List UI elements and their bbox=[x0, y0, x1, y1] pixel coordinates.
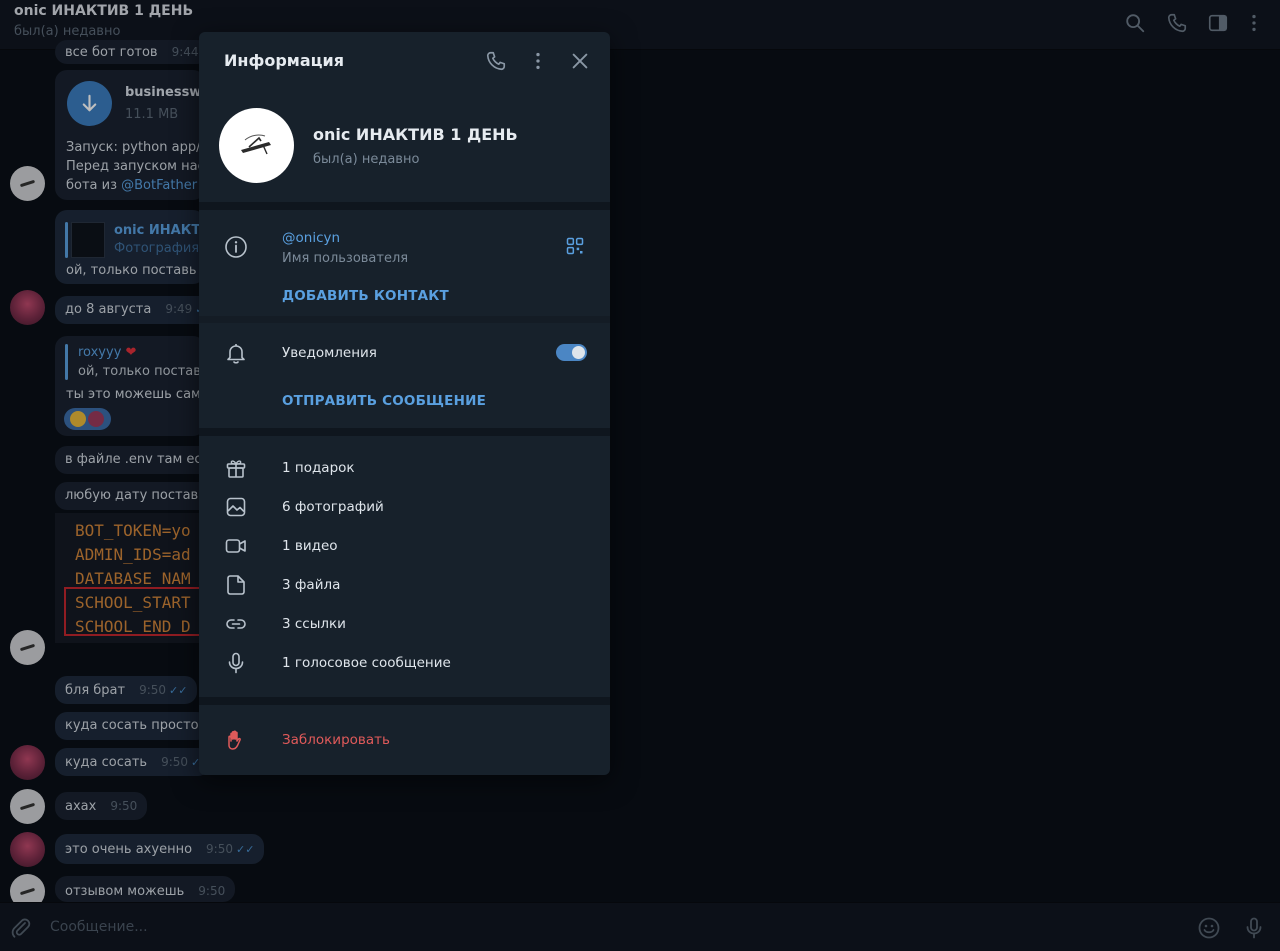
dialog-header: Информация bbox=[199, 32, 610, 90]
video-icon bbox=[225, 539, 246, 553]
voice-messages-row[interactable]: 1 голосовое сообщение bbox=[282, 655, 451, 671]
profile-section: onic ИНАКТИВ 1 ДЕНЬ был(а) недавно bbox=[199, 90, 610, 200]
videos-row[interactable]: 1 видео bbox=[282, 538, 338, 554]
modal-backdrop[interactable] bbox=[0, 0, 1280, 951]
dialog-title: Информация bbox=[224, 51, 344, 70]
call-icon[interactable] bbox=[485, 50, 507, 72]
link-icon bbox=[226, 619, 246, 629]
section-divider bbox=[199, 202, 610, 210]
photo-icon bbox=[226, 497, 246, 517]
files-row[interactable]: 3 файла bbox=[282, 577, 340, 593]
file-icon bbox=[227, 575, 245, 595]
links-row[interactable]: 3 ссылки bbox=[282, 616, 346, 632]
info-icon bbox=[225, 236, 247, 258]
more-vertical-icon[interactable] bbox=[527, 50, 549, 72]
user-info-dialog: Информация onic ИНАКТИВ 1 ДЕНЬ был(а) не… bbox=[199, 32, 610, 775]
section-divider bbox=[199, 428, 610, 436]
close-icon[interactable] bbox=[569, 50, 591, 72]
send-message-button[interactable]: ОТПРАВИТЬ СООБЩЕНИЕ bbox=[282, 393, 486, 409]
username-link[interactable]: @onicyn bbox=[282, 230, 340, 246]
microphone-icon bbox=[228, 652, 244, 674]
hand-block-icon bbox=[228, 730, 241, 750]
section-divider bbox=[199, 697, 610, 705]
profile-name: onic ИНАКТИВ 1 ДЕНЬ bbox=[313, 125, 518, 144]
profile-last-seen: был(а) недавно bbox=[313, 152, 420, 167]
gift-icon bbox=[226, 460, 246, 478]
profile-avatar[interactable] bbox=[219, 108, 294, 183]
notifications-toggle[interactable] bbox=[556, 344, 587, 361]
photos-row[interactable]: 6 фотографий bbox=[282, 499, 384, 515]
notifications-label: Уведомления bbox=[282, 345, 377, 361]
section-divider bbox=[199, 316, 610, 323]
qr-code-icon[interactable] bbox=[565, 236, 585, 256]
block-user-button[interactable]: Заблокировать bbox=[282, 732, 390, 748]
username-label: Имя пользователя bbox=[282, 251, 409, 266]
gifts-row[interactable]: 1 подарок bbox=[282, 460, 355, 476]
add-contact-button[interactable]: ДОБАВИТЬ КОНТАКТ bbox=[282, 288, 449, 304]
bell-icon bbox=[227, 344, 245, 364]
avatar-drawing-icon bbox=[241, 134, 271, 155]
